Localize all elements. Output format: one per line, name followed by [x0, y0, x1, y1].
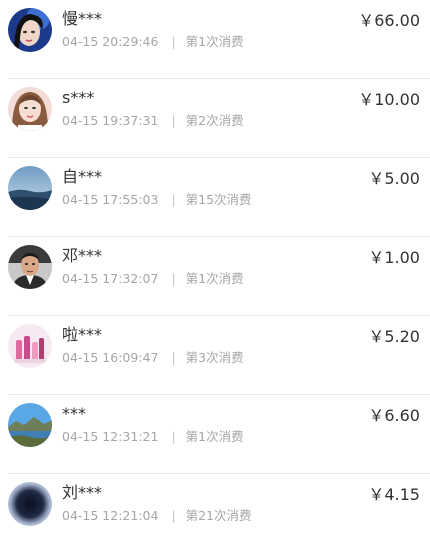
customer-name: 啦*** [62, 325, 103, 344]
record-time: 04-15 12:31:21 [62, 429, 159, 444]
record-time: 04-15 17:32:07 [62, 271, 159, 286]
record-row[interactable]: s*** 04-15 19:37:31 | 第2次消费 ￥10.00 [0, 79, 430, 158]
man-portrait-avatar-icon [8, 245, 52, 289]
record-meta: 04-15 16:09:47 | 第3次消费 [62, 349, 244, 367]
consumption-record-list: 慢*** 04-15 20:29:46 | 第1次消费 ￥66.00 s*** 04… [0, 0, 430, 535]
payment-amount: ￥66.00 [358, 11, 420, 30]
customer-name: *** [62, 404, 86, 423]
record-row[interactable]: *** 04-15 12:31:21 | 第1次消费 ￥6.60 [0, 395, 430, 474]
meta-separator: | [171, 34, 176, 49]
record-meta: 04-15 12:21:04 | 第21次消费 [62, 507, 252, 525]
record-row[interactable]: 邓*** 04-15 17:32:07 | 第1次消费 ￥1.00 [0, 237, 430, 316]
meta-separator: | [171, 429, 176, 444]
record-row[interactable]: 自*** 04-15 17:55:03 | 第15次消费 ￥5.00 [0, 158, 430, 237]
record-time: 04-15 12:21:04 [62, 508, 159, 523]
payment-amount: ￥4.15 [368, 485, 420, 504]
payment-amount: ￥10.00 [358, 90, 420, 109]
customer-name: s*** [62, 88, 95, 107]
visit-count: 第1次消费 [185, 34, 244, 49]
record-meta: 04-15 17:32:07 | 第1次消费 [62, 270, 244, 288]
meta-separator: | [171, 508, 176, 523]
visit-count: 第1次消费 [185, 271, 244, 286]
payment-amount: ￥5.00 [368, 169, 420, 188]
dark-orb-avatar-icon [8, 482, 52, 526]
meta-separator: | [171, 350, 176, 365]
meta-separator: | [171, 271, 176, 286]
record-meta: 04-15 17:55:03 | 第15次消费 [62, 191, 252, 209]
record-meta: 04-15 20:29:46 | 第1次消费 [62, 33, 244, 51]
record-row[interactable]: 刘*** 04-15 12:21:04 | 第21次消费 ￥4.15 [0, 474, 430, 553]
record-time: 04-15 20:29:46 [62, 34, 159, 49]
meta-separator: | [171, 113, 176, 128]
payment-amount: ￥1.00 [368, 248, 420, 267]
record-time: 04-15 16:09:47 [62, 350, 159, 365]
customer-name: 刘*** [62, 483, 103, 502]
visit-count: 第3次消费 [185, 350, 244, 365]
woman-portrait-avatar-icon [8, 8, 52, 52]
record-meta: 04-15 19:37:31 | 第2次消费 [62, 112, 244, 130]
customer-name: 邓*** [62, 246, 103, 265]
record-time: 04-15 17:55:03 [62, 192, 159, 207]
payment-amount: ￥6.60 [368, 406, 420, 425]
lake-landscape-avatar-icon [8, 403, 52, 447]
customer-name: 慢*** [62, 9, 103, 28]
payment-amount: ￥5.20 [368, 327, 420, 346]
visit-count: 第15次消费 [185, 192, 252, 207]
visit-count: 第1次消费 [185, 429, 244, 444]
record-meta: 04-15 12:31:21 | 第1次消费 [62, 428, 244, 446]
meta-separator: | [171, 192, 176, 207]
record-row[interactable]: 慢*** 04-15 20:29:46 | 第1次消费 ￥66.00 [0, 0, 430, 79]
woman-portrait-avatar-icon [8, 87, 52, 131]
visit-count: 第21次消费 [185, 508, 252, 523]
cosmetics-avatar-icon [8, 324, 52, 368]
sea-landscape-avatar-icon [8, 166, 52, 210]
visit-count: 第2次消费 [185, 113, 244, 128]
customer-name: 自*** [62, 167, 103, 186]
record-row[interactable]: 啦*** 04-15 16:09:47 | 第3次消费 ￥5.20 [0, 316, 430, 395]
record-time: 04-15 19:37:31 [62, 113, 159, 128]
